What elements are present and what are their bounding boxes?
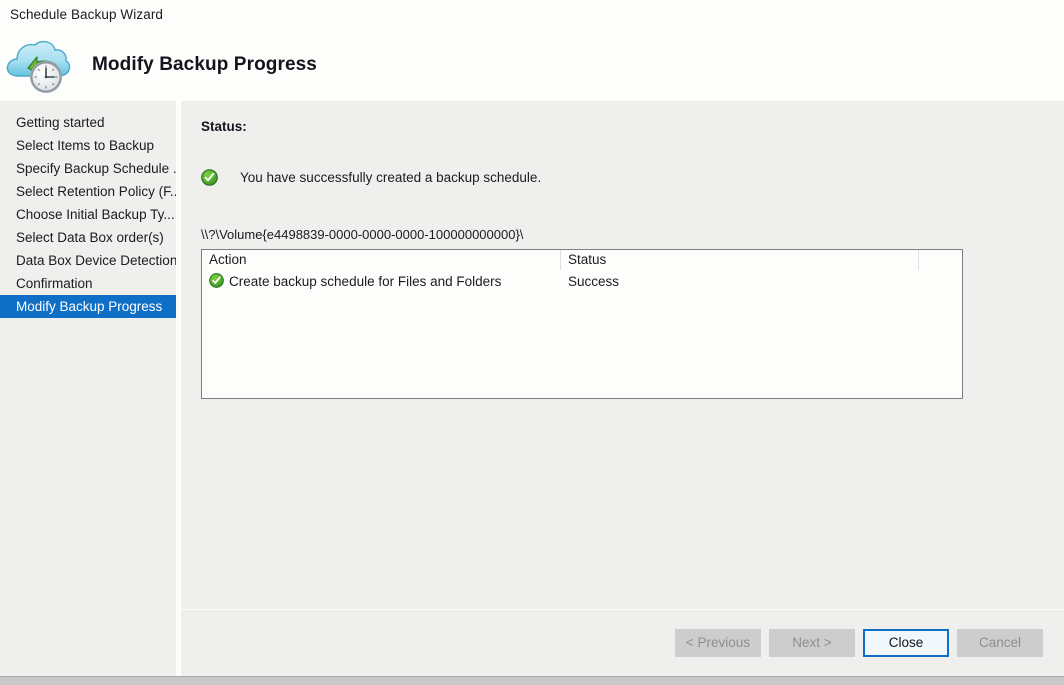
- green-check-circle-icon: [201, 169, 218, 186]
- title-bar: Schedule Backup Wizard: [0, 0, 1064, 29]
- close-button[interactable]: Close: [863, 629, 949, 657]
- previous-button[interactable]: < Previous: [675, 629, 761, 657]
- window-title: Schedule Backup Wizard: [10, 7, 164, 22]
- column-header-action[interactable]: Action: [202, 250, 561, 270]
- sidebar-item-choose-initial-backup-type[interactable]: Choose Initial Backup Ty...: [0, 203, 176, 226]
- cell-status: Success: [568, 273, 620, 289]
- sidebar-item-modify-backup-progress[interactable]: Modify Backup Progress: [0, 295, 176, 318]
- results-table-header: Action Status: [202, 250, 962, 270]
- table-row[interactable]: Create backup schedule for Files and Fol…: [202, 270, 962, 292]
- results-table: Action Status Create backup schedule for…: [201, 249, 963, 399]
- sidebar-item-confirmation[interactable]: Confirmation: [0, 272, 176, 295]
- cell-action-text: Create backup schedule for Files and Fol…: [229, 273, 502, 289]
- content-area: Status: You have successfully created a …: [181, 101, 1064, 609]
- wizard-step-nav: Getting started Select Items to Backup S…: [0, 101, 176, 609]
- footer-row: < Previous Next > Close Cancel: [0, 610, 1064, 676]
- schedule-backup-wizard-window: Schedule Backup Wizard Modify Backup Pro…: [0, 0, 1064, 685]
- sidebar-item-select-retention-policy[interactable]: Select Retention Policy (F...: [0, 180, 176, 203]
- wizard-body: Getting started Select Items to Backup S…: [0, 101, 1064, 609]
- success-message-row: You have successfully created a backup s…: [201, 169, 541, 186]
- sidebar-item-specify-backup-schedule[interactable]: Specify Backup Schedule ...: [0, 157, 176, 180]
- wizard-header: Modify Backup Progress: [0, 29, 1064, 101]
- cell-action: Create backup schedule for Files and Fol…: [202, 273, 561, 289]
- column-header-spacer: [919, 250, 962, 270]
- sidebar-item-getting-started[interactable]: Getting started: [0, 111, 176, 134]
- next-button[interactable]: Next >: [769, 629, 855, 657]
- cloud-clock-backup-icon: [4, 34, 76, 96]
- footer-left-gutter: [0, 610, 176, 676]
- page-title: Modify Backup Progress: [92, 54, 317, 75]
- wizard-footer: < Previous Next > Close Cancel: [181, 610, 1064, 676]
- content-main: Status: You have successfully created a …: [181, 101, 1064, 609]
- success-message-text: You have successfully created a backup s…: [240, 170, 542, 185]
- window-bottom-strip: [0, 676, 1064, 685]
- sidebar-item-select-data-box-orders[interactable]: Select Data Box order(s): [0, 226, 176, 249]
- sidebar-item-data-box-device-detection[interactable]: Data Box Device Detection: [0, 249, 176, 272]
- column-header-status[interactable]: Status: [561, 250, 919, 270]
- volume-path-text: \\?\Volume{e4498839-0000-0000-0000-10000…: [201, 227, 524, 242]
- status-label: Status:: [201, 119, 247, 134]
- green-check-circle-icon: [209, 273, 225, 289]
- cancel-button[interactable]: Cancel: [957, 629, 1043, 657]
- sidebar-item-select-items-to-backup[interactable]: Select Items to Backup: [0, 134, 176, 157]
